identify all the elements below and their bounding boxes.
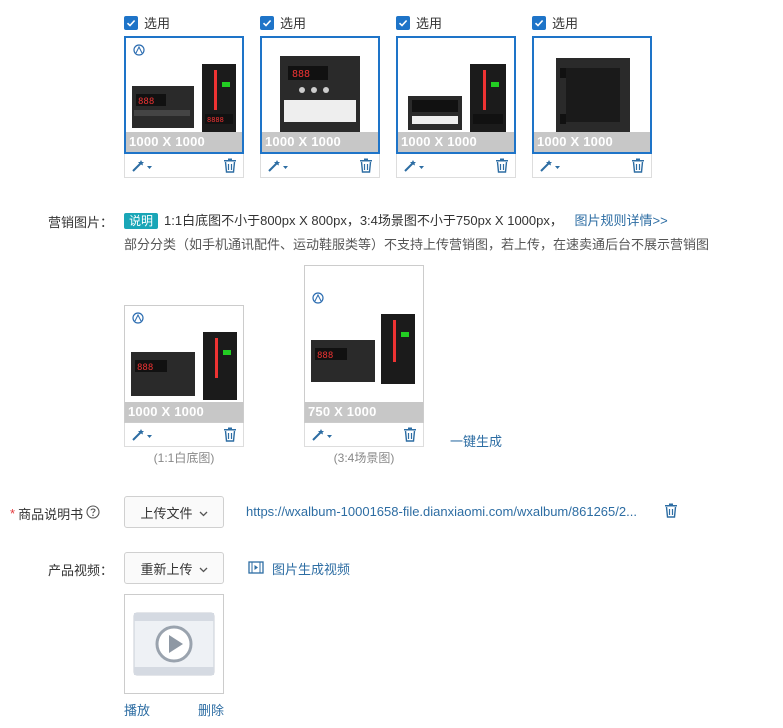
video-label: 产品视频： — [48, 563, 114, 578]
manual-file-link[interactable]: https://wxalbum-10001658-file.dianxiaomi… — [246, 504, 637, 519]
image-size-label: 1000 X 1000 — [398, 132, 514, 152]
reupload-button[interactable]: 重新上传 — [124, 552, 224, 584]
manual-label-group: * 商品说明书 — [10, 504, 100, 523]
trash-icon[interactable] — [631, 158, 645, 173]
select-label: 选用 — [144, 16, 171, 31]
select-label: 选用 — [280, 16, 307, 31]
product-thumbnail[interactable]: 1000 X 1000 — [396, 36, 516, 154]
manual-label: 商品说明书 — [18, 507, 84, 522]
video-thumbnail[interactable] — [124, 594, 224, 694]
product-thumbnail[interactable]: 888 1000 X 1000 — [124, 305, 244, 423]
video-play-icon — [133, 612, 215, 676]
checkbox-checked-icon[interactable] — [260, 15, 274, 30]
delete-link[interactable]: 删除 — [198, 700, 224, 719]
image-size-label: 1000 X 1000 — [126, 132, 242, 152]
magic-wand-icon[interactable] — [311, 428, 333, 442]
trash-icon[interactable] — [403, 427, 417, 442]
svg-text:8888: 8888 — [207, 116, 224, 124]
image-caption: (3:4场景图) — [333, 451, 395, 465]
main-image-card-3[interactable]: 1000 X 1000 — [396, 36, 516, 178]
reupload-label: 重新上传 — [140, 561, 193, 577]
upload-file-button[interactable]: 上传文件 — [124, 496, 224, 528]
trash-icon[interactable] — [664, 503, 678, 521]
select-label: 选用 — [552, 16, 579, 31]
svg-text:888: 888 — [292, 69, 310, 80]
generate-video-link[interactable]: 图片生成视频 — [248, 559, 350, 578]
help-icon[interactable] — [86, 505, 100, 522]
marketing-tip: 说明 1:1白底图不小于800px X 800px，3:4场景图不小于750px … — [124, 210, 668, 229]
select-checkbox-2[interactable]: 选用 — [260, 13, 306, 32]
product-thumbnail[interactable]: 888 750 X 1000 — [304, 265, 424, 423]
image-size-label: 1000 X 1000 — [262, 132, 378, 152]
chevron-down-icon — [199, 505, 208, 520]
marketing-image-card-square[interactable]: 888 1000 X 1000 (1:1白底图) — [124, 305, 244, 466]
trash-icon[interactable] — [359, 158, 373, 173]
film-icon — [248, 560, 264, 577]
magic-wand-icon[interactable] — [131, 159, 153, 173]
trash-icon[interactable] — [495, 158, 509, 173]
marketing-tip-line2: 部分分类（如手机通讯配件、运动鞋服类等）不支持上传营销图，若上传，在速卖通后台不… — [124, 237, 710, 252]
main-image-card-1[interactable]: 888 8888 1000 X 1000 — [124, 36, 244, 178]
info-tag: 说明 — [124, 213, 159, 229]
checkbox-checked-icon[interactable] — [124, 15, 138, 30]
one-click-generate-link[interactable]: 一键生成 — [450, 431, 502, 450]
image-size-label: 1000 X 1000 — [534, 132, 650, 152]
upload-file-label: 上传文件 — [140, 505, 193, 521]
svg-text:888: 888 — [138, 97, 154, 107]
select-checkbox-4[interactable]: 选用 — [532, 13, 578, 32]
svg-text:888: 888 — [317, 351, 333, 361]
image-size-label: 750 X 1000 — [305, 402, 423, 422]
svg-text:888: 888 — [137, 363, 153, 373]
product-thumbnail[interactable]: 888 8888 1000 X 1000 — [124, 36, 244, 154]
select-label: 选用 — [416, 16, 443, 31]
generate-video-label: 图片生成视频 — [272, 562, 351, 577]
select-checkbox-1[interactable]: 选用 — [124, 13, 170, 32]
trash-icon[interactable] — [223, 158, 237, 173]
product-image: 888 — [311, 292, 415, 384]
marketing-image-card-scene[interactable]: 888 750 X 1000 (3:4场景图) — [304, 265, 424, 466]
chevron-down-icon — [199, 561, 208, 576]
trash-icon[interactable] — [223, 427, 237, 442]
checkbox-checked-icon[interactable] — [396, 15, 410, 30]
product-thumbnail[interactable]: 1000 X 1000 — [532, 36, 652, 154]
marketing-label: 营销图片： — [48, 215, 114, 230]
magic-wand-icon[interactable] — [403, 159, 425, 173]
image-caption: (1:1白底图) — [153, 451, 215, 465]
product-thumbnail[interactable]: 888 1000 X 1000 — [260, 36, 380, 154]
image-rules-link[interactable]: 图片规则详情>> — [574, 213, 667, 228]
checkbox-checked-icon[interactable] — [532, 15, 546, 30]
play-link[interactable]: 播放 — [124, 700, 150, 719]
required-mark: * — [10, 506, 16, 521]
main-image-card-4[interactable]: 1000 X 1000 — [532, 36, 652, 178]
magic-wand-icon[interactable] — [267, 159, 289, 173]
image-size-label: 1000 X 1000 — [125, 402, 243, 422]
magic-wand-icon[interactable] — [539, 159, 561, 173]
magic-wand-icon[interactable] — [131, 428, 153, 442]
marketing-tip-line1: 1:1白底图不小于800px X 800px，3:4场景图不小于750px X … — [164, 213, 563, 228]
select-checkbox-3[interactable]: 选用 — [396, 13, 442, 32]
main-image-card-2[interactable]: 888 1000 X 1000 — [260, 36, 380, 178]
